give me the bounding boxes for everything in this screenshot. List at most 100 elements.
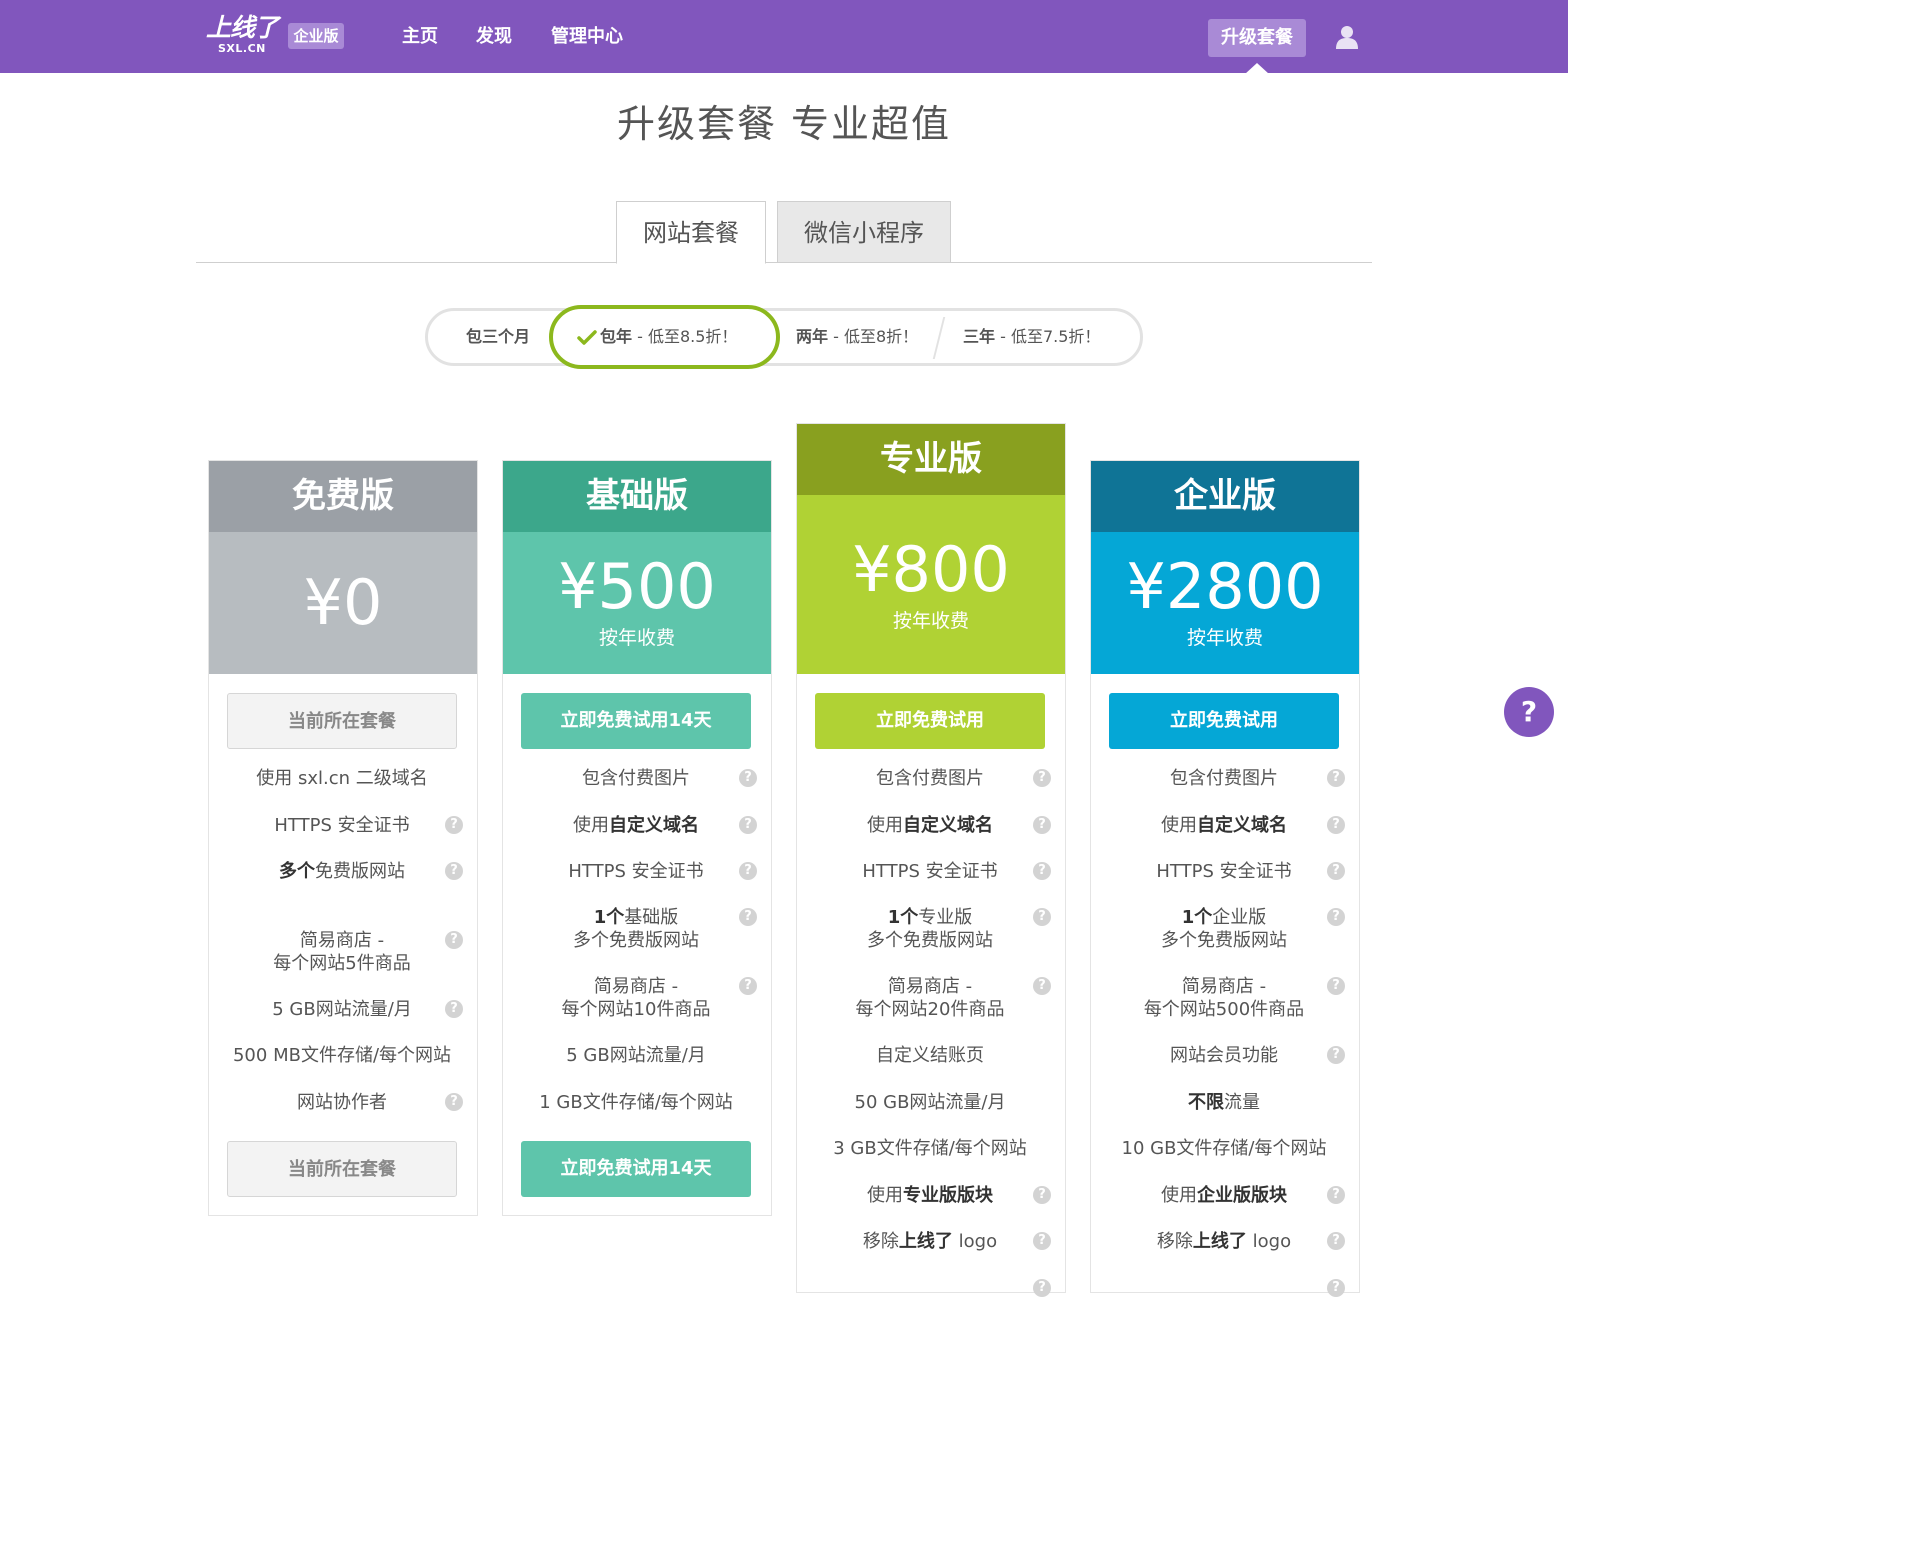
feature-line: 1个基础版 bbox=[503, 906, 769, 929]
help-icon[interactable]: ? bbox=[1033, 1279, 1051, 1297]
help-icon[interactable]: ? bbox=[1327, 1232, 1345, 1250]
help-icon[interactable]: ? bbox=[1033, 1232, 1051, 1250]
plan-price: ¥500 bbox=[558, 550, 716, 623]
nav-dashboard[interactable]: 管理中心 bbox=[551, 24, 623, 50]
help-icon[interactable]: ? bbox=[1327, 769, 1345, 787]
plan-name: 专业版 bbox=[797, 424, 1065, 495]
help-icon[interactable]: ? bbox=[739, 816, 757, 834]
help-icon[interactable]: ? bbox=[1033, 908, 1051, 926]
plan-name: 免费版 bbox=[209, 461, 477, 532]
feature-line: 每个网站20件商品 bbox=[855, 999, 1005, 1020]
feature-text: 专业版 bbox=[918, 907, 973, 928]
feature-line: 多个免费版网站 bbox=[867, 930, 993, 951]
feature-https: HTTPS 安全证书 bbox=[1156, 861, 1292, 882]
feature-multiple-sites: 多个免费版网站 bbox=[209, 860, 475, 883]
current-plan-button-bottom[interactable]: 当前所在套餐 bbox=[227, 1141, 457, 1197]
feature-text: 基础版 bbox=[624, 907, 679, 928]
feature-shop: 简易商店 - 每个网站20件商品 bbox=[797, 975, 1063, 1021]
feature-line: 多个免费版网站 bbox=[573, 930, 699, 951]
brand-logo[interactable]: 上线了 SXL.CN bbox=[206, 14, 282, 58]
feature-https: HTTPS 安全证书 bbox=[568, 861, 704, 882]
user-icon[interactable] bbox=[1334, 24, 1360, 50]
help-icon[interactable]: ? bbox=[1033, 816, 1051, 834]
feature-storage: 1 GB文件存储/每个网站 bbox=[539, 1092, 733, 1113]
feature-bold: 上线了 bbox=[898, 1231, 953, 1252]
help-icon[interactable]: ? bbox=[445, 862, 463, 880]
tab-wechat-miniprogram[interactable]: 微信小程序 bbox=[777, 201, 951, 263]
free-trial-button-bottom[interactable]: 立即免费试用14天 bbox=[521, 1141, 751, 1197]
period-three-years-discount: - 低至7.5折！ bbox=[995, 327, 1101, 346]
feature-bold: 1个 bbox=[593, 907, 625, 928]
plan-billing-unit: 按年收费 bbox=[1186, 627, 1263, 649]
help-icon[interactable]: ? bbox=[445, 1000, 463, 1018]
plan-billing-unit: 按年收费 bbox=[598, 627, 675, 649]
feature-enterprise-blocks: 使用企业版版块 bbox=[1091, 1184, 1357, 1207]
feature-text: 移除 bbox=[862, 1231, 899, 1252]
help-icon[interactable]: ? bbox=[1327, 1186, 1345, 1204]
feature-https: HTTPS 安全证书 bbox=[274, 815, 410, 836]
period-three-years[interactable]: 三年 - 低至7.5折！ bbox=[963, 311, 1100, 363]
feature-collaborators: 网站协作者 bbox=[297, 1092, 387, 1113]
help-icon[interactable]: ? bbox=[739, 862, 757, 880]
nav-home[interactable]: 主页 bbox=[402, 24, 438, 50]
nav-discover[interactable]: 发现 bbox=[476, 24, 512, 50]
feature-traffic: 5 GB网站流量/月 bbox=[272, 999, 412, 1020]
free-trial-button[interactable]: 立即免费试用 bbox=[815, 693, 1045, 749]
help-icon[interactable]: ? bbox=[1327, 862, 1345, 880]
help-icon[interactable]: ? bbox=[1033, 769, 1051, 787]
help-icon[interactable]: ? bbox=[1327, 908, 1345, 926]
feature-bold: 1个 bbox=[1181, 907, 1213, 928]
free-trial-button[interactable]: 立即免费试用14天 bbox=[521, 693, 751, 749]
page-title: 升级套餐 专业超值 bbox=[616, 102, 952, 146]
period-one-year-selected[interactable]: 包年 - 低至8.5折！ bbox=[549, 305, 780, 369]
feature-text: 使用 bbox=[1161, 1185, 1197, 1206]
help-icon[interactable]: ? bbox=[1033, 977, 1051, 995]
plan-price: ¥2800 bbox=[1126, 550, 1324, 623]
feature-remove-logo: 移除上线了 logo bbox=[797, 1230, 1063, 1253]
feature-bold: 自定义域名 bbox=[1197, 815, 1287, 836]
help-icon[interactable]: ? bbox=[1327, 977, 1345, 995]
help-icon[interactable]: ? bbox=[1327, 816, 1345, 834]
help-icon[interactable]: ? bbox=[739, 769, 757, 787]
floating-help-button[interactable]: ? bbox=[1504, 687, 1554, 737]
active-indicator-caret bbox=[1245, 63, 1269, 74]
top-navbar: 上线了 SXL.CN 企业版 主页 发现 管理中心 升级套餐 bbox=[0, 0, 1568, 73]
help-icon[interactable]: ? bbox=[739, 908, 757, 926]
logo-subtext: SXL.CN bbox=[218, 42, 266, 55]
help-icon[interactable]: ? bbox=[445, 1093, 463, 1111]
feature-text: 使用 bbox=[573, 815, 609, 836]
feature-custom-domain: 使用自定义域名 bbox=[797, 814, 1063, 837]
free-trial-button[interactable]: 立即免费试用 bbox=[1109, 693, 1339, 749]
tab-website-plans[interactable]: 网站套餐 bbox=[616, 201, 766, 264]
period-two-years[interactable]: 两年 - 低至8折！ bbox=[796, 311, 918, 363]
help-icon[interactable]: ? bbox=[445, 931, 463, 949]
help-icon[interactable]: ? bbox=[1033, 1186, 1051, 1204]
feature-text: 使用 bbox=[1161, 815, 1197, 836]
help-icon[interactable]: ? bbox=[445, 816, 463, 834]
help-icon[interactable]: ? bbox=[1033, 862, 1051, 880]
feature-custom-domain: 使用自定义域名 bbox=[1091, 814, 1357, 837]
feature-text: logo bbox=[1246, 1231, 1292, 1252]
feature-bold: 1个 bbox=[887, 907, 919, 928]
check-icon bbox=[577, 330, 597, 345]
feature-bold: 专业版版块 bbox=[903, 1185, 993, 1206]
help-icon[interactable]: ? bbox=[1327, 1046, 1345, 1064]
help-icon[interactable]: ? bbox=[739, 977, 757, 995]
logo-text: 上线了 bbox=[206, 13, 279, 42]
feature-subdomain: 使用 sxl.cn 二级域名 bbox=[256, 768, 428, 789]
plan-price: ¥0 bbox=[303, 566, 383, 639]
feature-paid-images: 包含付费图片 bbox=[582, 768, 690, 789]
feature-paid-images: 包含付费图片 bbox=[876, 768, 984, 789]
feature-sites: 1个企业版 多个免费版网站 bbox=[1091, 906, 1357, 952]
current-plan-button[interactable]: 当前所在套餐 bbox=[227, 693, 457, 749]
help-icon[interactable]: ? bbox=[1327, 1279, 1345, 1297]
feature-text: 使用 bbox=[867, 1185, 903, 1206]
plan-card-free: 免费版 ¥0 当前所在套餐 使用 sxl.cn 二级域名 HTTPS 安全证书 … bbox=[208, 460, 478, 1216]
period-three-months[interactable]: 包三个月 bbox=[466, 311, 530, 363]
upgrade-button[interactable]: 升级套餐 bbox=[1208, 19, 1306, 57]
plan-price-panel: ¥500 按年收费 bbox=[503, 532, 771, 674]
feature-remove-logo: 移除上线了 logo bbox=[1091, 1230, 1357, 1253]
plan-price-panel: ¥0 bbox=[209, 532, 477, 674]
feature-storage: 500 MB文件存储/每个网站 bbox=[232, 1045, 452, 1066]
feature-line: 每个网站500件商品 bbox=[1143, 999, 1305, 1020]
